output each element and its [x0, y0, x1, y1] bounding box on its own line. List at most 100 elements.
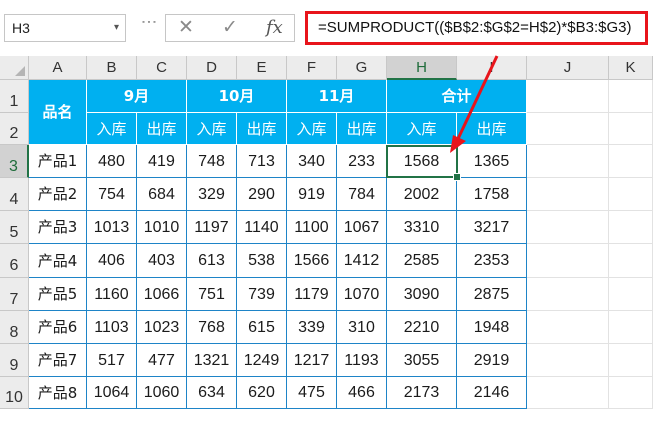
- empty-cell[interactable]: [527, 113, 609, 145]
- data-cell[interactable]: 3055: [387, 344, 457, 377]
- row-header-8[interactable]: 8: [0, 311, 29, 344]
- header-sub-7[interactable]: 入库: [387, 113, 457, 145]
- data-cell[interactable]: 2002: [387, 178, 457, 211]
- row-header-10[interactable]: 10: [0, 377, 29, 409]
- empty-cell[interactable]: [527, 344, 609, 377]
- column-header-d[interactable]: D: [187, 56, 237, 80]
- data-cell[interactable]: 2919: [457, 344, 527, 377]
- header-sub-1[interactable]: 入库: [87, 113, 137, 145]
- data-cell[interactable]: 1179: [287, 278, 337, 311]
- product-name-cell[interactable]: 产品8: [29, 377, 87, 409]
- data-cell[interactable]: 1568: [387, 145, 457, 178]
- data-cell[interactable]: 1197: [187, 211, 237, 244]
- data-cell[interactable]: 2875: [457, 278, 527, 311]
- data-cell[interactable]: 290: [237, 178, 287, 211]
- data-cell[interactable]: 1193: [337, 344, 387, 377]
- data-cell[interactable]: 2146: [457, 377, 527, 409]
- empty-cell[interactable]: [527, 145, 609, 178]
- data-cell[interactable]: 339: [287, 311, 337, 344]
- fill-handle[interactable]: [453, 173, 461, 181]
- function-icon[interactable]: fx: [266, 17, 283, 38]
- data-cell[interactable]: 1067: [337, 211, 387, 244]
- data-cell[interactable]: 2353: [457, 244, 527, 278]
- data-cell[interactable]: 615: [237, 311, 287, 344]
- data-cell[interactable]: 1060: [137, 377, 187, 409]
- data-cell[interactable]: 1566: [287, 244, 337, 278]
- data-cell[interactable]: 538: [237, 244, 287, 278]
- formula-input[interactable]: =SUMPRODUCT(($B$2:$G$2=H$2)*$B3:$G3): [305, 11, 648, 45]
- data-cell[interactable]: 919: [287, 178, 337, 211]
- data-cell[interactable]: 1160: [87, 278, 137, 311]
- data-cell[interactable]: 1064: [87, 377, 137, 409]
- data-cell[interactable]: 3310: [387, 211, 457, 244]
- data-cell[interactable]: 419: [137, 145, 187, 178]
- data-cell[interactable]: 1066: [137, 278, 187, 311]
- data-cell[interactable]: 480: [87, 145, 137, 178]
- data-cell[interactable]: 613: [187, 244, 237, 278]
- data-cell[interactable]: 1103: [87, 311, 137, 344]
- header-sub-4[interactable]: 出库: [237, 113, 287, 145]
- data-cell[interactable]: 517: [87, 344, 137, 377]
- column-header-j[interactable]: J: [527, 56, 609, 80]
- header-product-name[interactable]: 品名: [29, 80, 87, 145]
- product-name-cell[interactable]: 产品2: [29, 178, 87, 211]
- data-cell[interactable]: 751: [187, 278, 237, 311]
- empty-cell[interactable]: [609, 80, 653, 113]
- name-box[interactable]: H3 ▾: [4, 14, 126, 42]
- header-month-2[interactable]: 10月: [187, 80, 287, 113]
- row-header-3[interactable]: 3: [0, 145, 29, 178]
- data-cell[interactable]: 1013: [87, 211, 137, 244]
- cancel-icon[interactable]: ✕: [178, 16, 194, 38]
- empty-cell[interactable]: [609, 113, 653, 145]
- data-cell[interactable]: 1010: [137, 211, 187, 244]
- data-cell[interactable]: 1412: [337, 244, 387, 278]
- empty-cell[interactable]: [527, 80, 609, 113]
- row-header-1[interactable]: 1: [0, 80, 29, 113]
- empty-cell[interactable]: [527, 311, 609, 344]
- product-name-cell[interactable]: 产品3: [29, 211, 87, 244]
- column-header-i[interactable]: I: [457, 56, 527, 80]
- data-cell[interactable]: 684: [137, 178, 187, 211]
- empty-cell[interactable]: [609, 145, 653, 178]
- data-cell[interactable]: 754: [87, 178, 137, 211]
- empty-cell[interactable]: [609, 377, 653, 409]
- header-sub-5[interactable]: 入库: [287, 113, 337, 145]
- data-cell[interactable]: 1321: [187, 344, 237, 377]
- data-cell[interactable]: 2585: [387, 244, 457, 278]
- row-header-9[interactable]: 9: [0, 344, 29, 377]
- empty-cell[interactable]: [527, 377, 609, 409]
- data-cell[interactable]: 3217: [457, 211, 527, 244]
- product-name-cell[interactable]: 产品6: [29, 311, 87, 344]
- column-header-h[interactable]: H: [387, 56, 457, 80]
- data-cell[interactable]: 1023: [137, 311, 187, 344]
- empty-cell[interactable]: [609, 178, 653, 211]
- data-cell[interactable]: 233: [337, 145, 387, 178]
- data-cell[interactable]: 768: [187, 311, 237, 344]
- data-cell[interactable]: 748: [187, 145, 237, 178]
- data-cell[interactable]: 1070: [337, 278, 387, 311]
- row-header-4[interactable]: 4: [0, 178, 29, 211]
- header-sub-8[interactable]: 出库: [457, 113, 527, 145]
- data-cell[interactable]: 406: [87, 244, 137, 278]
- chevron-down-icon[interactable]: ▾: [114, 22, 119, 33]
- column-header-c[interactable]: C: [137, 56, 187, 80]
- empty-cell[interactable]: [527, 278, 609, 311]
- data-cell[interactable]: 1249: [237, 344, 287, 377]
- empty-cell[interactable]: [609, 311, 653, 344]
- row-header-2[interactable]: 2: [0, 113, 29, 145]
- row-header-5[interactable]: 5: [0, 211, 29, 244]
- data-cell[interactable]: 620: [237, 377, 287, 409]
- row-header-7[interactable]: 7: [0, 278, 29, 311]
- data-cell[interactable]: 1100: [287, 211, 337, 244]
- data-cell[interactable]: 329: [187, 178, 237, 211]
- product-name-cell[interactable]: 产品4: [29, 244, 87, 278]
- empty-cell[interactable]: [609, 344, 653, 377]
- empty-cell[interactable]: [527, 244, 609, 278]
- data-cell[interactable]: 1948: [457, 311, 527, 344]
- data-cell[interactable]: 1365: [457, 145, 527, 178]
- data-cell[interactable]: 784: [337, 178, 387, 211]
- empty-cell[interactable]: [609, 278, 653, 311]
- data-cell[interactable]: 739: [237, 278, 287, 311]
- data-cell[interactable]: 477: [137, 344, 187, 377]
- data-cell[interactable]: 2210: [387, 311, 457, 344]
